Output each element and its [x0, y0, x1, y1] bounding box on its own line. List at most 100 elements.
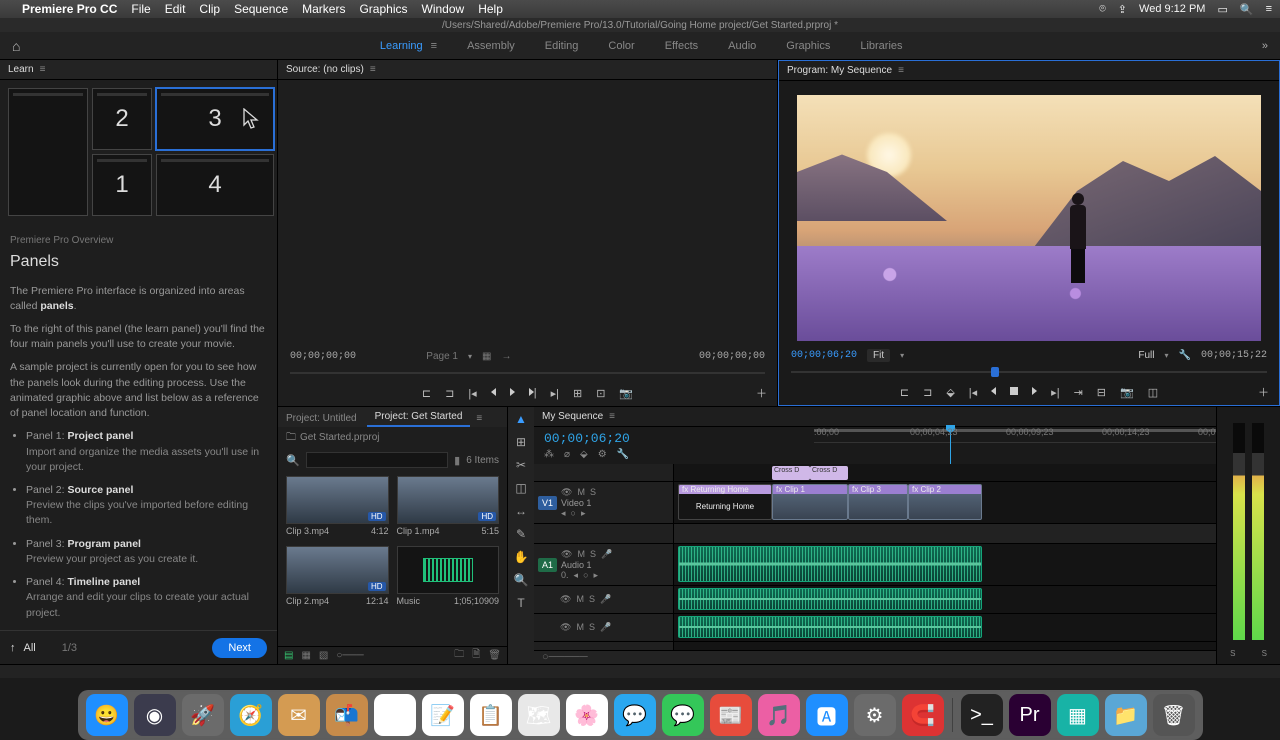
step-back-icon[interactable] [491, 387, 496, 399]
menu-sequence[interactable]: Sequence [234, 2, 288, 16]
project-breadcrumb[interactable]: 🗀Get Started.prproj [278, 427, 507, 450]
insert-icon[interactable]: ⊞ [573, 387, 582, 400]
dock-app[interactable]: 🌸 [566, 694, 608, 736]
menu-clip[interactable]: Clip [199, 2, 220, 16]
zoom-select[interactable]: Fit [867, 349, 890, 362]
button-editor-icon[interactable]: ＋ [756, 385, 767, 401]
transition-clip[interactable]: Cross D [772, 466, 810, 480]
freeform-icon[interactable]: ▧ [319, 650, 328, 661]
extract-icon[interactable]: ⊟ [1097, 386, 1106, 399]
tool-4[interactable]: ↔ [513, 503, 529, 519]
track-head-a2[interactable]: 👁MS🎤 [534, 586, 673, 614]
panel-menu-icon[interactable]: ≡ [472, 410, 486, 427]
mark-in-icon[interactable]: ⊏ [422, 387, 431, 400]
home-icon[interactable]: ⌂ [12, 38, 20, 54]
menubar-icon[interactable]: ⇪ [1118, 3, 1127, 16]
dock-app[interactable]: >_ [961, 694, 1003, 736]
dock-app[interactable]: 🧲 [902, 694, 944, 736]
dock-app[interactable]: 🚀 [182, 694, 224, 736]
tool-7[interactable]: 🔍 [513, 572, 529, 588]
tool-1[interactable]: ⊞ [513, 434, 529, 450]
program-preview[interactable] [797, 95, 1261, 341]
page-label[interactable]: Page 1 [426, 351, 458, 362]
compare-icon[interactable]: ◫ [1148, 386, 1158, 399]
panel-menu-icon[interactable]: ≡ [609, 411, 615, 422]
dock-app[interactable]: Pr [1009, 694, 1051, 736]
media-clip[interactable]: HDClip 3.mp44:12 [286, 476, 389, 536]
workspace-graphics[interactable]: Graphics [786, 40, 830, 52]
timeline-clip[interactable] [678, 588, 982, 610]
menu-help[interactable]: Help [478, 2, 503, 16]
dock-app[interactable]: 📝 [422, 694, 464, 736]
new-item-icon[interactable]: 🗎 [472, 647, 480, 664]
settings-icon[interactable]: ⚙ [598, 449, 607, 460]
menu-edit[interactable]: Edit [165, 2, 186, 16]
menu-window[interactable]: Window [422, 2, 465, 16]
tool-0[interactable]: ▲ [513, 411, 529, 427]
dock-app[interactable]: 📬 [326, 694, 368, 736]
go-in-icon[interactable]: |◂ [468, 387, 476, 400]
media-clip[interactable]: Music1;05;10909 [397, 546, 500, 606]
source-tc-left[interactable]: 00;00;00;00 [290, 351, 356, 362]
search-icon[interactable]: 🔍 [1240, 3, 1254, 16]
dock-app[interactable]: 🅰 [806, 694, 848, 736]
export-frame-icon[interactable]: 📷 [1120, 386, 1134, 399]
timeline-tc[interactable]: 00;00;06;20 [544, 431, 664, 446]
step-fwd-icon[interactable]: | [529, 387, 537, 399]
settings-icon[interactable]: 🔧 [1179, 350, 1191, 361]
marker-icon[interactable]: ⬙ [946, 386, 954, 399]
dock-app[interactable]: 🎵 [758, 694, 800, 736]
export-frame-icon[interactable]: 📷 [619, 387, 633, 400]
timeline-clip[interactable]: fx Clip 3 [848, 484, 908, 520]
workspace-editing[interactable]: Editing [545, 40, 579, 52]
go-in-icon[interactable]: |◂ [969, 386, 977, 399]
workspace-effects[interactable]: Effects [665, 40, 698, 52]
timeline-clip[interactable] [678, 616, 982, 638]
dock-app[interactable]: ◉ [134, 694, 176, 736]
marker-icon[interactable]: ⬙ [580, 449, 588, 460]
dock-app[interactable]: ▦ [1057, 694, 1099, 736]
filter-icon[interactable]: ▮ [454, 454, 460, 467]
workspace-overflow-icon[interactable]: » [1262, 40, 1268, 52]
icon-view-icon[interactable]: ▦ [301, 650, 310, 661]
flag-icon[interactable]: ▭ [1217, 3, 1227, 16]
wrench-icon[interactable]: 🔧 [617, 449, 629, 460]
timeline-clip[interactable]: fx Clip 2 [908, 484, 982, 520]
dock-app[interactable]: 💬 [662, 694, 704, 736]
workspace-libraries[interactable]: Libraries [860, 40, 902, 52]
program-tab[interactable]: Program: My Sequence [787, 65, 892, 76]
learn-tab[interactable]: Learn [8, 64, 34, 75]
lift-icon[interactable]: ⇥ [1074, 386, 1083, 399]
transition-clip[interactable]: Cross D [810, 466, 848, 480]
track-head-v1[interactable]: V1 👁MS Video 1 ◂○▸ [534, 482, 673, 524]
media-clip[interactable]: HDClip 2.mp412:14 [286, 546, 389, 606]
dock-app[interactable]: 📰 [710, 694, 752, 736]
clock[interactable]: Wed 9:12 PM [1139, 3, 1205, 15]
dock-app[interactable]: 🗑 [1153, 694, 1195, 736]
step-fwd-icon[interactable]: ▸| [1051, 386, 1059, 399]
workspace-audio[interactable]: Audio [728, 40, 756, 52]
program-ruler[interactable] [791, 365, 1267, 379]
tool-2[interactable]: ✂ [513, 457, 529, 473]
all-button[interactable]: All [24, 642, 36, 654]
trash-icon[interactable]: 🗑 [488, 650, 501, 661]
timeline-clip[interactable]: fx Clip 1 [772, 484, 848, 520]
snap-icon[interactable]: ⁂ [544, 449, 554, 460]
menu-markers[interactable]: Markers [302, 2, 345, 16]
tab-project-getstarted[interactable]: Project: Get Started [367, 408, 471, 427]
menu-file[interactable]: File [131, 2, 150, 16]
next-button[interactable]: Next [212, 638, 267, 658]
app-name[interactable]: Premiere Pro CC [22, 2, 117, 16]
menu-extras-icon[interactable]: ≡ [1266, 3, 1272, 15]
workspace-menu-icon[interactable]: ≡ [431, 40, 437, 52]
tool-6[interactable]: ✋ [513, 549, 529, 565]
track-head-a3[interactable]: 👁MS🎤 [534, 614, 673, 642]
track-head-v2[interactable] [534, 464, 673, 482]
list-view-icon[interactable]: ▤ [284, 650, 293, 661]
workspace-color[interactable]: Color [608, 40, 634, 52]
workspace-assembly[interactable]: Assembly [467, 40, 515, 52]
new-bin-icon[interactable]: 🗀 [454, 647, 464, 664]
timeline-clip[interactable]: fx Returning HomeReturning Home [678, 484, 772, 520]
zoom-slider[interactable]: ○─── [336, 650, 363, 661]
menu-graphics[interactable]: Graphics [359, 2, 407, 16]
